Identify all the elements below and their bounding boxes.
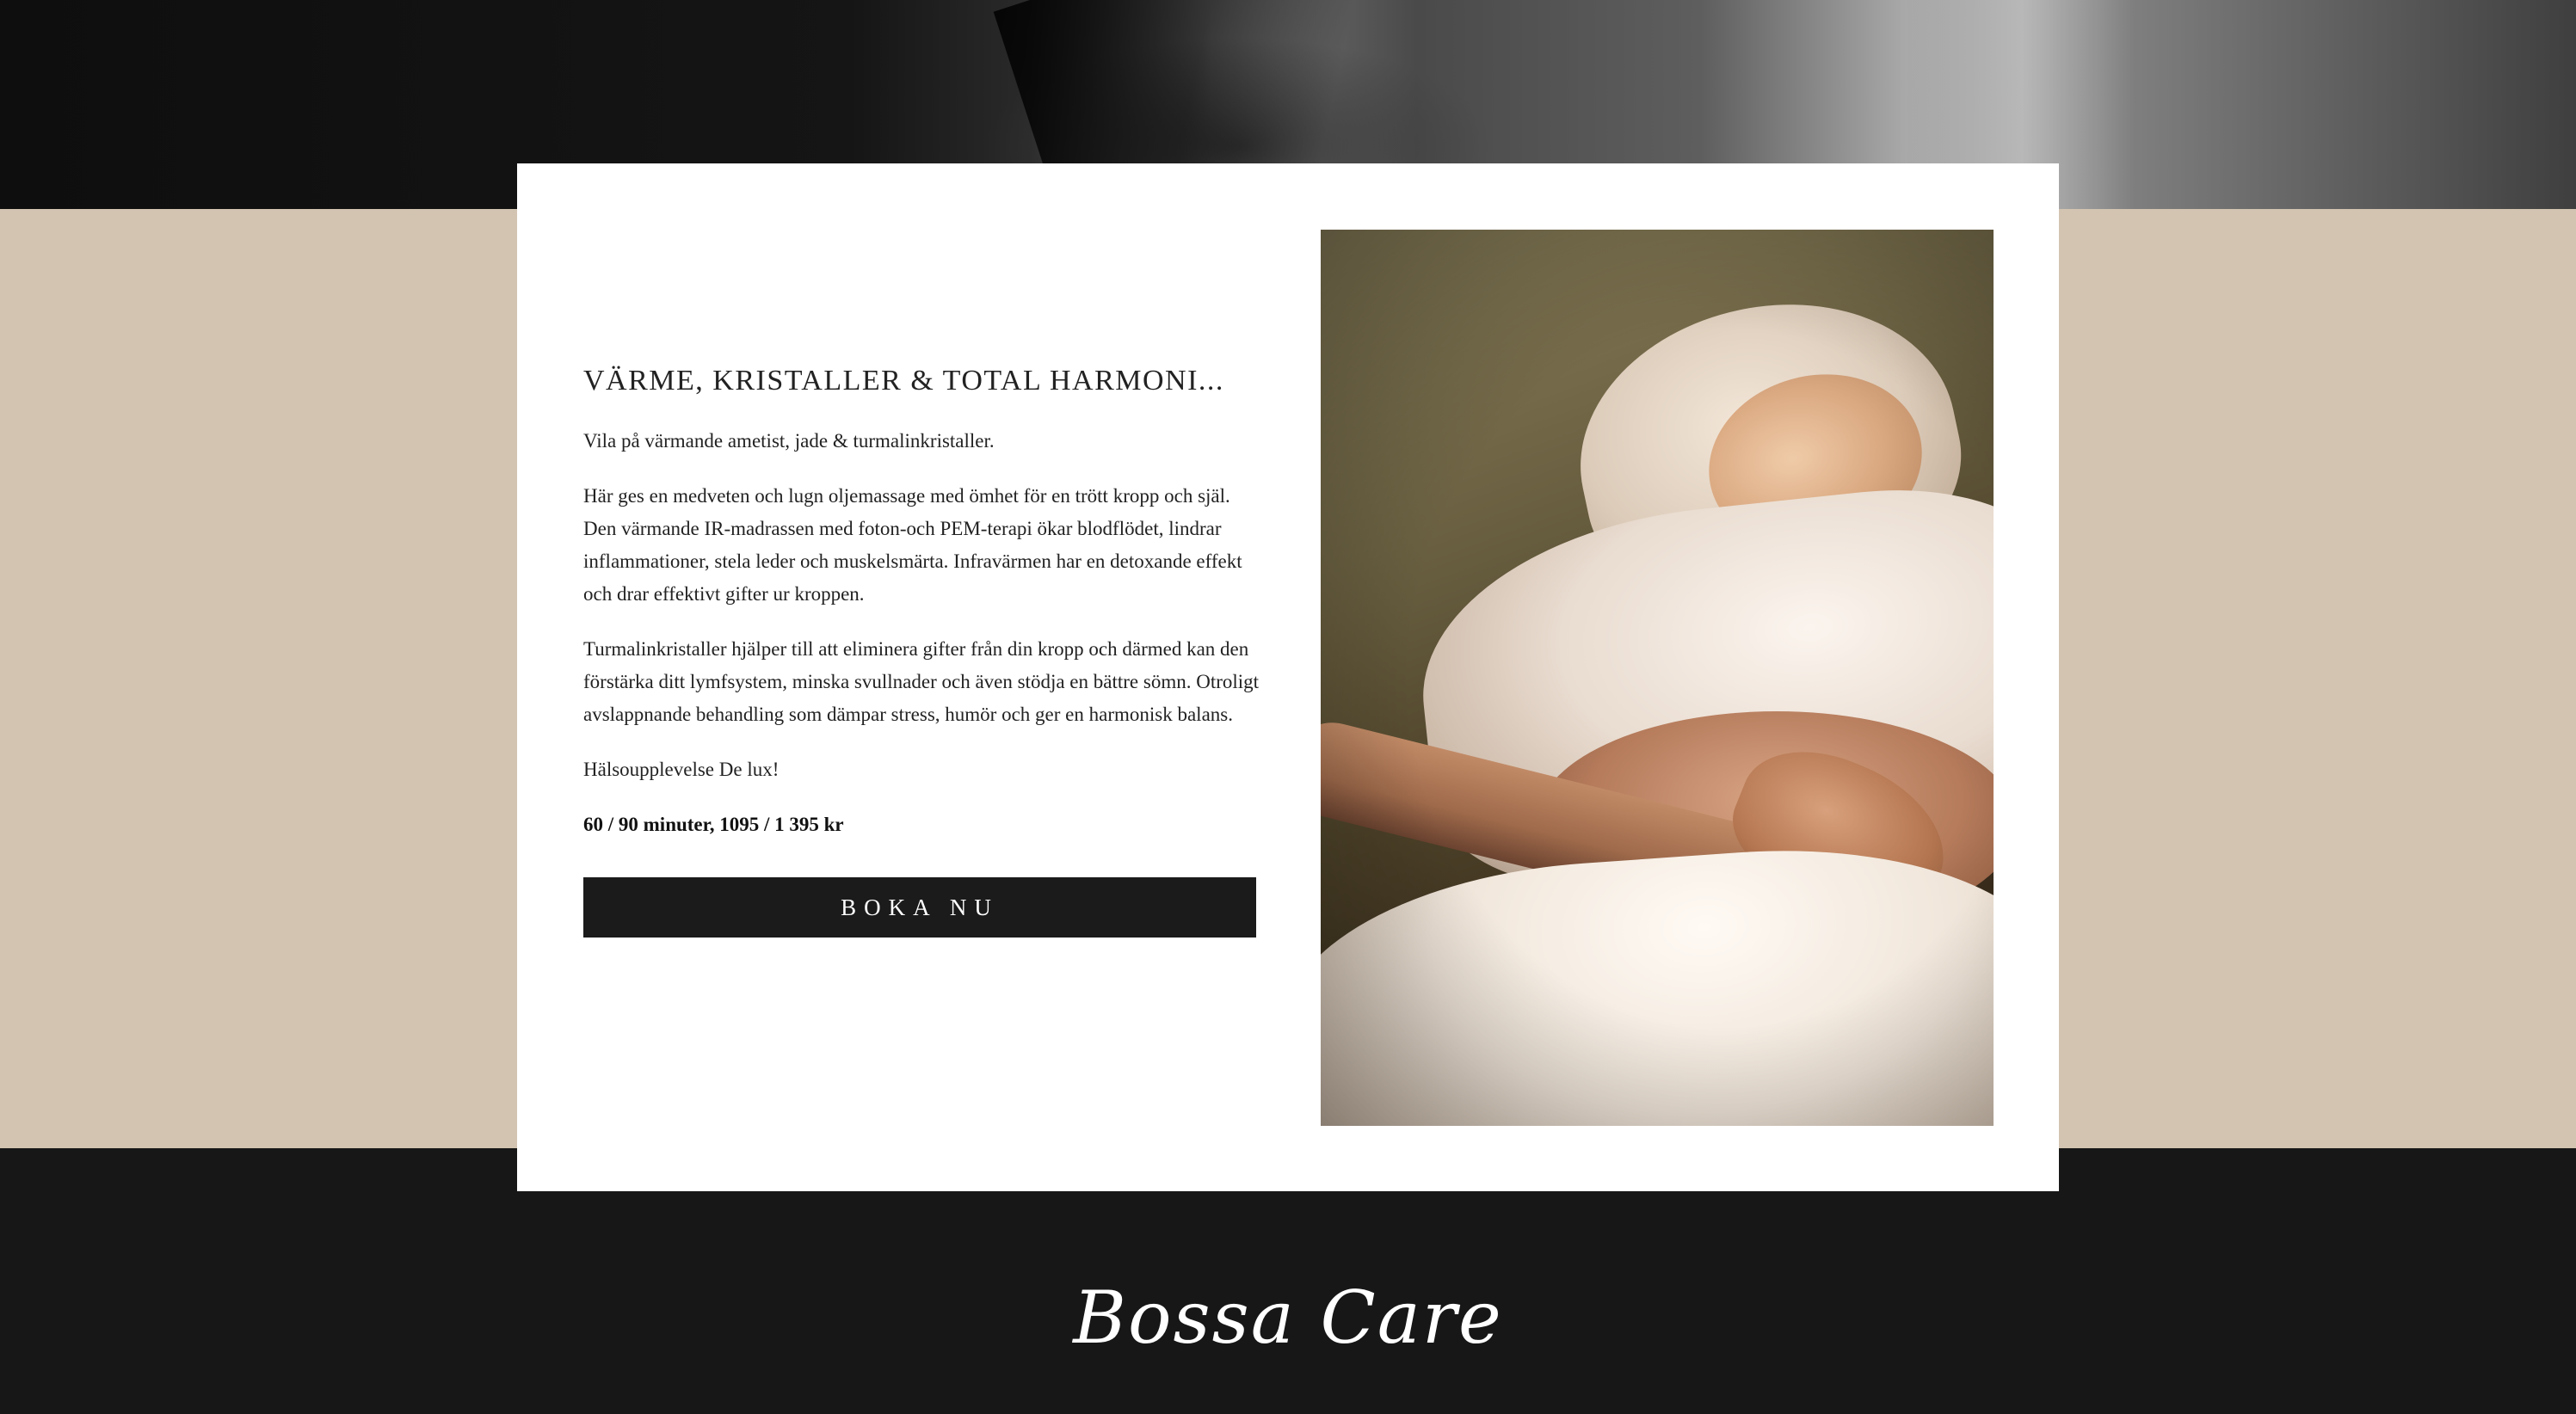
service-text-column: VÄRME, KRISTALLER & TOTAL HARMONI... Vil… <box>583 364 1263 938</box>
service-paragraph: Turmalinkristaller hjälper till att elim… <box>583 637 1260 725</box>
service-paragraph: Vila på värmande ametist, jade & turmali… <box>583 429 995 452</box>
book-now-button[interactable]: BOKA NU <box>583 876 1256 938</box>
service-card: VÄRME, KRISTALLER & TOTAL HARMONI... Vil… <box>517 163 2059 1191</box>
service-paragraph: Här ges en medveten och lugn oljemassage… <box>583 484 1242 605</box>
brand-logo[interactable]: Bossa Care <box>0 1282 2576 1354</box>
massage-photo <box>1321 230 1994 1126</box>
service-price: 60 / 90 minuter, 1095 / 1 395 kr <box>583 813 844 835</box>
photo-vignette <box>1321 230 1994 1126</box>
service-heading: VÄRME, KRISTALLER & TOTAL HARMONI... <box>583 365 1224 397</box>
service-paragraph: Hälsoupplevelse De lux! <box>583 758 780 780</box>
